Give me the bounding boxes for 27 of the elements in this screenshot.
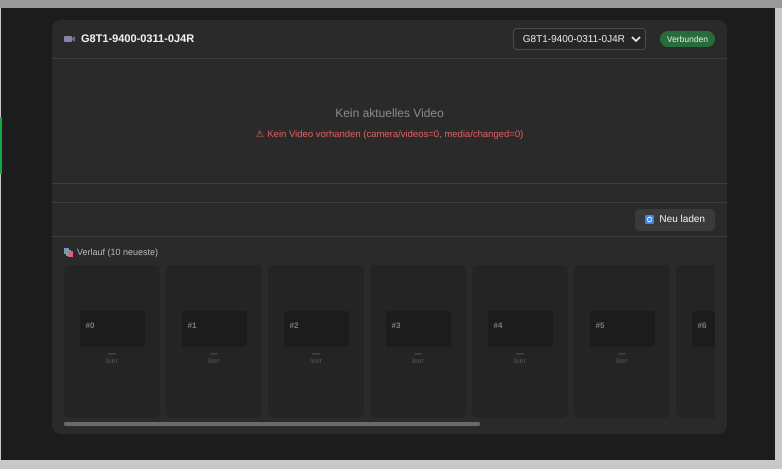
slot-value: — xyxy=(414,349,422,358)
slot-value: — xyxy=(312,349,320,358)
reload-button[interactable]: Neu laden xyxy=(635,208,715,230)
slot-value: — xyxy=(108,349,116,358)
history-card[interactable]: #6 xyxy=(676,265,715,418)
chevron-icon xyxy=(630,35,641,43)
camera-icon xyxy=(64,35,75,43)
history-icon xyxy=(64,248,73,256)
slot-label: #0 xyxy=(86,321,94,330)
slot-label: #1 xyxy=(188,321,196,330)
slot-value: — xyxy=(210,349,218,358)
accent-bar xyxy=(0,117,2,174)
status-badge: Verbunden xyxy=(660,31,715,47)
error-message: ⚠ Kein Video vorhanden (camera/videos=0, media/changed=0) xyxy=(256,128,524,140)
slot-label: #4 xyxy=(494,321,502,330)
scrollbar[interactable] xyxy=(64,422,480,426)
video-placeholder-title: Kein aktuelles Video xyxy=(335,106,444,120)
slot-label: #3 xyxy=(392,321,400,330)
slot-label: #6 xyxy=(698,321,706,330)
slot-label: #5 xyxy=(596,321,604,330)
slot-value: — xyxy=(618,349,626,358)
slot-value: — xyxy=(516,349,524,358)
refresh-icon xyxy=(645,215,654,224)
device-title: G8T1-9400-0311-0J4R xyxy=(81,33,196,45)
device-select[interactable]: G8T1-9400-0311-0J4R xyxy=(512,28,646,50)
history-title: Verlauf (10 neueste) xyxy=(77,247,158,257)
slot-label: #2 xyxy=(290,321,298,330)
